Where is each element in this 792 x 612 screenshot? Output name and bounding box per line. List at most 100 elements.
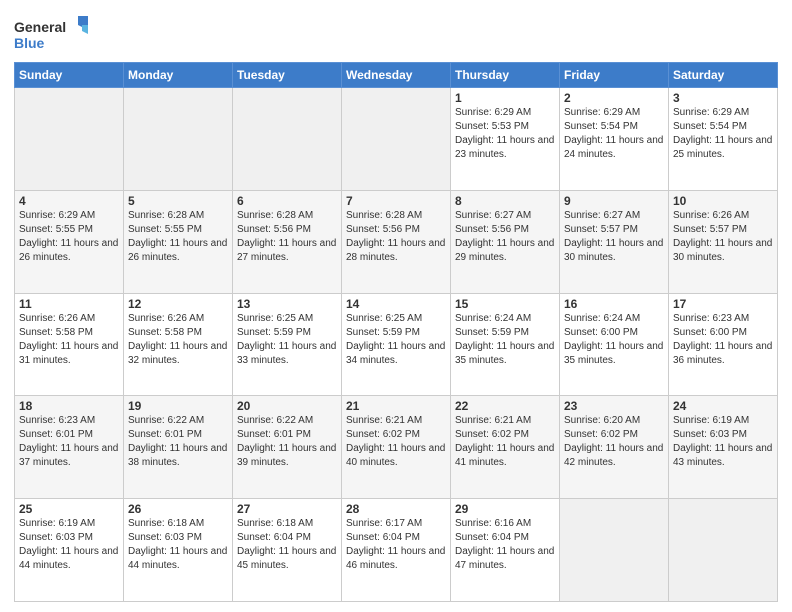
day-number: 27 [237, 502, 337, 516]
cell-info: Sunrise: 6:22 AMSunset: 6:01 PMDaylight:… [128, 415, 227, 468]
day-number: 24 [673, 399, 773, 413]
cell-info: Sunrise: 6:29 AMSunset: 5:53 PMDaylight:… [455, 107, 554, 160]
calendar-cell [15, 88, 124, 191]
cell-info: Sunrise: 6:17 AMSunset: 6:04 PMDaylight:… [346, 518, 445, 571]
header: General Blue [14, 10, 778, 56]
day-number: 18 [19, 399, 119, 413]
cell-info: Sunrise: 6:20 AMSunset: 6:02 PMDaylight:… [564, 415, 663, 468]
day-number: 19 [128, 399, 228, 413]
calendar-cell: 3 Sunrise: 6:29 AMSunset: 5:54 PMDaylight… [669, 88, 778, 191]
day-number: 14 [346, 297, 446, 311]
cell-info: Sunrise: 6:27 AMSunset: 5:56 PMDaylight:… [455, 210, 554, 263]
day-number: 20 [237, 399, 337, 413]
cell-info: Sunrise: 6:25 AMSunset: 5:59 PMDaylight:… [346, 313, 445, 366]
calendar-cell: 13 Sunrise: 6:25 AMSunset: 5:59 PMDayligh… [233, 293, 342, 396]
day-number: 5 [128, 194, 228, 208]
cell-info: Sunrise: 6:18 AMSunset: 6:04 PMDaylight:… [237, 518, 336, 571]
day-number: 6 [237, 194, 337, 208]
day-number: 16 [564, 297, 664, 311]
calendar-week-row: 11 Sunrise: 6:26 AMSunset: 5:58 PMDayligh… [15, 293, 778, 396]
cell-info: Sunrise: 6:19 AMSunset: 6:03 PMDaylight:… [673, 415, 772, 468]
calendar-week-row: 18 Sunrise: 6:23 AMSunset: 6:01 PMDayligh… [15, 396, 778, 499]
day-number: 25 [19, 502, 119, 516]
cell-info: Sunrise: 6:28 AMSunset: 5:56 PMDaylight:… [237, 210, 336, 263]
day-number: 4 [19, 194, 119, 208]
calendar-cell: 4 Sunrise: 6:29 AMSunset: 5:55 PMDaylight… [15, 190, 124, 293]
day-number: 17 [673, 297, 773, 311]
calendar-cell: 21 Sunrise: 6:21 AMSunset: 6:02 PMDayligh… [342, 396, 451, 499]
logo-svg: General Blue [14, 14, 94, 56]
calendar-cell: 19 Sunrise: 6:22 AMSunset: 6:01 PMDayligh… [124, 396, 233, 499]
cell-info: Sunrise: 6:28 AMSunset: 5:55 PMDaylight:… [128, 210, 227, 263]
cell-info: Sunrise: 6:23 AMSunset: 6:01 PMDaylight:… [19, 415, 118, 468]
cell-info: Sunrise: 6:24 AMSunset: 6:00 PMDaylight:… [564, 313, 663, 366]
calendar-week-row: 4 Sunrise: 6:29 AMSunset: 5:55 PMDaylight… [15, 190, 778, 293]
day-number: 23 [564, 399, 664, 413]
calendar-cell: 17 Sunrise: 6:23 AMSunset: 6:00 PMDayligh… [669, 293, 778, 396]
cell-info: Sunrise: 6:27 AMSunset: 5:57 PMDaylight:… [564, 210, 663, 263]
cell-info: Sunrise: 6:21 AMSunset: 6:02 PMDaylight:… [455, 415, 554, 468]
calendar-cell: 15 Sunrise: 6:24 AMSunset: 5:59 PMDayligh… [451, 293, 560, 396]
cell-info: Sunrise: 6:19 AMSunset: 6:03 PMDaylight:… [19, 518, 118, 571]
cell-info: Sunrise: 6:28 AMSunset: 5:56 PMDaylight:… [346, 210, 445, 263]
calendar-cell: 22 Sunrise: 6:21 AMSunset: 6:02 PMDayligh… [451, 396, 560, 499]
calendar-cell: 12Sunrise: 6:26 AMSunset: 5:58 PMDayligh… [124, 293, 233, 396]
calendar-cell: 26 Sunrise: 6:18 AMSunset: 6:03 PMDayligh… [124, 499, 233, 602]
calendar-cell: 27 Sunrise: 6:18 AMSunset: 6:04 PMDayligh… [233, 499, 342, 602]
calendar-cell: 5 Sunrise: 6:28 AMSunset: 5:55 PMDaylight… [124, 190, 233, 293]
calendar-week-row: 1 Sunrise: 6:29 AMSunset: 5:53 PMDaylight… [15, 88, 778, 191]
day-number: 28 [346, 502, 446, 516]
calendar-cell: 23 Sunrise: 6:20 AMSunset: 6:02 PMDayligh… [560, 396, 669, 499]
calendar-cell: 24 Sunrise: 6:19 AMSunset: 6:03 PMDayligh… [669, 396, 778, 499]
calendar-cell: 28 Sunrise: 6:17 AMSunset: 6:04 PMDayligh… [342, 499, 451, 602]
day-number: 11 [19, 297, 119, 311]
calendar-cell: 8 Sunrise: 6:27 AMSunset: 5:56 PMDaylight… [451, 190, 560, 293]
calendar-cell: 16 Sunrise: 6:24 AMSunset: 6:00 PMDayligh… [560, 293, 669, 396]
svg-text:General: General [14, 19, 66, 35]
day-number: 10 [673, 194, 773, 208]
calendar-cell [669, 499, 778, 602]
cell-info: Sunrise: 6:18 AMSunset: 6:03 PMDaylight:… [128, 518, 227, 571]
calendar-day-header: Friday [560, 63, 669, 88]
day-number: 22 [455, 399, 555, 413]
day-number: 21 [346, 399, 446, 413]
day-number: 7 [346, 194, 446, 208]
day-number: 1 [455, 91, 555, 105]
cell-info: Sunrise: 6:29 AMSunset: 5:55 PMDaylight:… [19, 210, 118, 263]
calendar-cell: 25 Sunrise: 6:19 AMSunset: 6:03 PMDayligh… [15, 499, 124, 602]
calendar-day-header: Monday [124, 63, 233, 88]
cell-info: Sunrise: 6:16 AMSunset: 6:04 PMDaylight:… [455, 518, 554, 571]
day-number: 3 [673, 91, 773, 105]
calendar-cell: 9Sunrise: 6:27 AMSunset: 5:57 PMDaylight… [560, 190, 669, 293]
day-number: 13 [237, 297, 337, 311]
cell-info: Sunrise: 6:29 AMSunset: 5:54 PMDaylight:… [673, 107, 772, 160]
calendar-day-header: Tuesday [233, 63, 342, 88]
calendar-cell: 1 Sunrise: 6:29 AMSunset: 5:53 PMDaylight… [451, 88, 560, 191]
calendar-cell: 29 Sunrise: 6:16 AMSunset: 6:04 PMDayligh… [451, 499, 560, 602]
day-number: 15 [455, 297, 555, 311]
calendar-day-header: Saturday [669, 63, 778, 88]
calendar-cell: 20 Sunrise: 6:22 AMSunset: 6:01 PMDayligh… [233, 396, 342, 499]
day-number: 29 [455, 502, 555, 516]
calendar-header-row: SundayMondayTuesdayWednesdayThursdayFrid… [15, 63, 778, 88]
calendar-cell: 7 Sunrise: 6:28 AMSunset: 5:56 PMDaylight… [342, 190, 451, 293]
calendar-cell: 10Sunrise: 6:26 AMSunset: 5:57 PMDayligh… [669, 190, 778, 293]
calendar-table: SundayMondayTuesdayWednesdayThursdayFrid… [14, 62, 778, 602]
calendar-cell: 6 Sunrise: 6:28 AMSunset: 5:56 PMDaylight… [233, 190, 342, 293]
calendar-cell: 2Sunrise: 6:29 AMSunset: 5:54 PMDaylight… [560, 88, 669, 191]
calendar-cell: 14 Sunrise: 6:25 AMSunset: 5:59 PMDayligh… [342, 293, 451, 396]
cell-info: Sunrise: 6:25 AMSunset: 5:59 PMDaylight:… [237, 313, 336, 366]
cell-info: Sunrise: 6:24 AMSunset: 5:59 PMDaylight:… [455, 313, 554, 366]
calendar-cell [342, 88, 451, 191]
day-number: 12 [128, 297, 228, 311]
calendar-day-header: Thursday [451, 63, 560, 88]
cell-info: Sunrise: 6:22 AMSunset: 6:01 PMDaylight:… [237, 415, 336, 468]
cell-info: Sunrise: 6:23 AMSunset: 6:00 PMDaylight:… [673, 313, 772, 366]
cell-info: Sunrise: 6:21 AMSunset: 6:02 PMDaylight:… [346, 415, 445, 468]
calendar-cell [560, 499, 669, 602]
cell-info: Sunrise: 6:29 AMSunset: 5:54 PMDaylight:… [564, 107, 663, 160]
day-number: 26 [128, 502, 228, 516]
calendar-cell: 18 Sunrise: 6:23 AMSunset: 6:01 PMDayligh… [15, 396, 124, 499]
cell-info: Sunrise: 6:26 AMSunset: 5:58 PMDaylight:… [19, 313, 118, 366]
day-number: 8 [455, 194, 555, 208]
